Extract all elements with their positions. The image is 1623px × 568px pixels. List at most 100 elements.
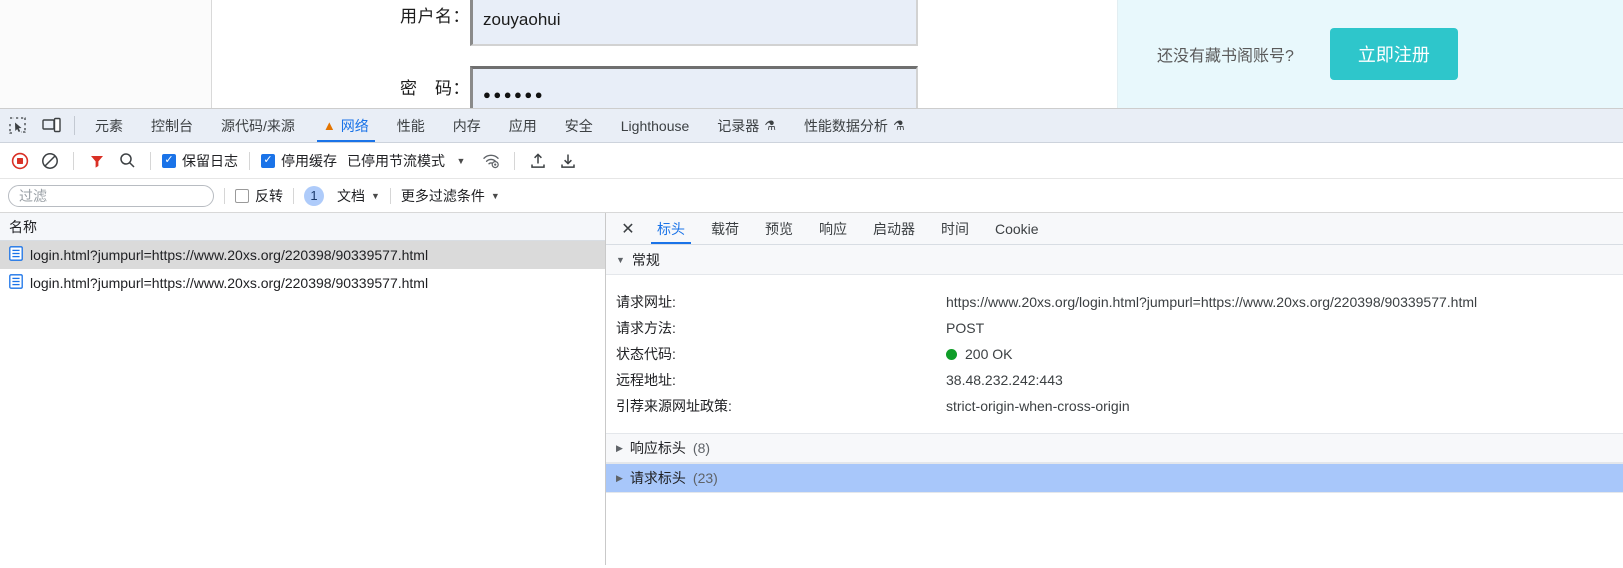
- filter-input[interactable]: [8, 184, 214, 207]
- detail-tab-payload[interactable]: 载荷: [698, 213, 752, 244]
- devtools-panel: 元素 控制台 源代码/来源 ▲ 网络 性能 内存 应用 安全 Lighthous…: [0, 108, 1623, 568]
- tab-sources[interactable]: 源代码/来源: [207, 109, 309, 142]
- network-conditions-icon[interactable]: [477, 147, 505, 175]
- username-label: 用户名：: [400, 7, 470, 26]
- general-row-request-method: 请求方法: POST: [606, 315, 1623, 341]
- detail-tab-cookies[interactable]: Cookie: [982, 213, 1052, 244]
- request-method-key: 请求方法:: [616, 320, 676, 336]
- inspect-element-icon[interactable]: [0, 109, 34, 142]
- warning-triangle-icon: ▲: [322, 118, 336, 133]
- request-name: login.html?jumpurl=https://www.20xs.org/…: [30, 247, 429, 263]
- detail-tab-timing-label: 时间: [941, 220, 969, 237]
- detail-tab-initiator[interactable]: 启动器: [860, 213, 928, 244]
- headers-content: ▼ 常规 请求网址: https://www.20xs.org/login.ht…: [606, 245, 1623, 565]
- triangle-down-icon: ▼: [616, 254, 625, 265]
- request-method-value: POST: [946, 320, 985, 336]
- password-label: 密 码：: [400, 79, 470, 98]
- remote-address-value: 38.48.232.242:443: [946, 372, 1063, 388]
- tab-lighthouse-label: Lighthouse: [620, 117, 690, 134]
- detail-tab-preview-label: 预览: [765, 220, 793, 237]
- document-icon: [9, 274, 23, 292]
- invert-checkbox[interactable]: 反转: [235, 186, 283, 206]
- detail-tab-cookies-label: Cookie: [995, 220, 1039, 237]
- devtools-tabbar: 元素 控制台 源代码/来源 ▲ 网络 性能 内存 应用 安全 Lighthous…: [0, 109, 1623, 143]
- toolbar-divider: [73, 151, 74, 170]
- detail-tab-response-label: 响应: [819, 220, 847, 237]
- export-har-icon[interactable]: [554, 147, 582, 175]
- resource-type-count-badge: 1: [304, 185, 324, 206]
- tab-recorder-label: 记录器: [717, 117, 760, 134]
- request-url-key: 请求网址:: [616, 294, 676, 310]
- tab-security[interactable]: 安全: [551, 109, 607, 142]
- detail-tab-headers-label: 标头: [657, 220, 685, 237]
- triangle-right-icon: ▶: [616, 472, 623, 483]
- general-section-header[interactable]: ▼ 常规: [606, 245, 1623, 275]
- tab-network[interactable]: ▲ 网络: [309, 109, 383, 142]
- throttling-label[interactable]: 已停用节流模式: [347, 151, 445, 171]
- detail-tab-headers[interactable]: 标头: [644, 213, 698, 244]
- general-row-remote-address: 远程地址: 38.48.232.242:443: [606, 367, 1623, 393]
- chevron-down-icon[interactable]: ▼: [447, 147, 475, 175]
- detail-tab-response[interactable]: 响应: [806, 213, 860, 244]
- referrer-policy-key: 引荐来源网址政策:: [616, 398, 732, 414]
- request-headers-count: (23): [692, 470, 718, 486]
- tab-console-label: 控制台: [151, 117, 193, 134]
- search-icon[interactable]: [113, 147, 141, 175]
- filterbar-divider: [224, 187, 225, 204]
- clear-button[interactable]: [36, 147, 64, 175]
- general-row-status-code: 状态代码: 200 OK: [606, 341, 1623, 367]
- preserve-log-label: 保留日志: [182, 152, 238, 169]
- preserve-log-checkbox[interactable]: ✓ 保留日志: [160, 151, 240, 171]
- column-header-name: 名称: [9, 218, 37, 235]
- network-filterbar: 反转 1 文档 ▼ 更多过滤条件 ▼: [0, 179, 1623, 213]
- more-filters-dropdown[interactable]: 更多过滤条件 ▼: [401, 186, 500, 206]
- register-button[interactable]: 立即注册: [1329, 28, 1458, 80]
- status-code-value-wrap: 200 OK: [946, 346, 1012, 362]
- tab-elements[interactable]: 元素: [81, 109, 137, 142]
- detail-tab-payload-label: 载荷: [711, 220, 739, 237]
- general-row-referrer-policy: 引荐来源网址政策: strict-origin-when-cross-origi…: [606, 393, 1623, 419]
- tab-memory[interactable]: 内存: [439, 109, 495, 142]
- record-button[interactable]: [6, 147, 34, 175]
- disable-cache-label: 停用缓存: [281, 152, 337, 169]
- tab-console[interactable]: 控制台: [137, 109, 207, 142]
- filter-icon[interactable]: [83, 147, 111, 175]
- more-filters-label: 更多过滤条件: [400, 187, 485, 204]
- status-ok-dot-icon: [946, 348, 957, 360]
- close-icon[interactable]: ✕: [612, 213, 644, 244]
- register-prompt-area: 还没有藏书阁账号? 立即注册: [1157, 28, 1458, 80]
- table-row[interactable]: login.html?jumpurl=https://www.20xs.org/…: [0, 241, 605, 269]
- disable-cache-checkbox[interactable]: ✓ 停用缓存: [259, 151, 339, 171]
- resource-type-filter[interactable]: 1 文档 ▼: [304, 185, 380, 206]
- tab-performance[interactable]: 性能: [383, 109, 439, 142]
- detail-tab-preview[interactable]: 预览: [752, 213, 806, 244]
- filterbar-divider: [389, 187, 391, 204]
- import-har-icon[interactable]: [524, 147, 552, 175]
- page-left-column: [0, 0, 212, 108]
- network-toolbar: ✓ 保留日志 ✓ 停用缓存 已停用节流模式 ▼: [0, 143, 1623, 179]
- response-headers-count: (8): [692, 440, 711, 456]
- request-headers-section[interactable]: ▶ 请求标头 (23): [606, 463, 1623, 493]
- request-list-column-header[interactable]: 名称: [0, 213, 605, 241]
- web-page-region: 用户名： 密 码： ●●●●●● 还没有藏书阁账号? 立即注册: [0, 0, 1623, 118]
- request-detail-pane: ✕ 标头 载荷 预览 响应 启动器 时间 Cookie ▼ 常规 请求网址: h…: [606, 213, 1623, 565]
- triangle-right-icon: ▶: [616, 442, 623, 453]
- tab-sources-label: 源代码/来源: [221, 117, 295, 134]
- username-input[interactable]: [470, 0, 918, 46]
- filterbar-divider: [293, 187, 294, 204]
- tab-performance-insights[interactable]: 性能数据分析 ⚗: [790, 109, 919, 142]
- flask-icon: ⚗: [892, 117, 905, 133]
- request-headers-label: 请求标头: [629, 470, 686, 486]
- tab-recorder[interactable]: 记录器 ⚗: [703, 109, 790, 142]
- tab-application[interactable]: 应用: [495, 109, 551, 142]
- detail-tab-initiator-label: 启动器: [873, 220, 915, 237]
- tab-lighthouse[interactable]: Lighthouse: [607, 109, 704, 142]
- chevron-down-icon: ▼: [490, 190, 500, 201]
- response-headers-section[interactable]: ▶ 响应标头 (8): [606, 433, 1623, 463]
- detail-tab-timing[interactable]: 时间: [928, 213, 982, 244]
- table-row[interactable]: login.html?jumpurl=https://www.20xs.org/…: [0, 269, 605, 297]
- register-prompt-text: 还没有藏书阁账号?: [1157, 48, 1294, 65]
- device-toolbar-icon[interactable]: [34, 109, 68, 142]
